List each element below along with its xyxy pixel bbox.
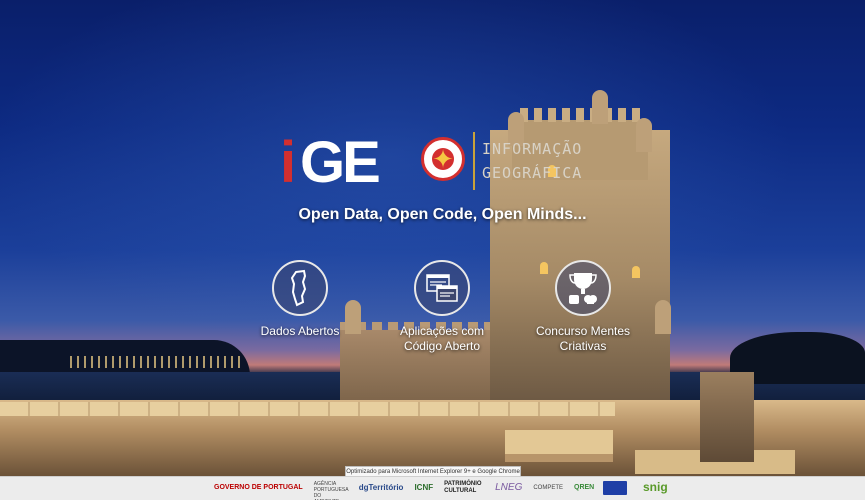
logo-subtitle-line2: GEOGRÁFICA [482, 164, 583, 182]
background-city-lights [70, 356, 240, 368]
partner-logo-dgterritorio[interactable]: dgTerritório [357, 481, 406, 495]
igeo-logo[interactable]: i GE ✦ INFORMAÇÃO GEOGRÁFICA [280, 130, 610, 194]
tile-label-line1: Concurso Mentes [535, 324, 631, 338]
compass-icon: ✦ [421, 137, 465, 181]
logo-divider [473, 132, 475, 190]
tower-turret [592, 90, 608, 124]
background-small-tower [700, 372, 754, 462]
tile-label: Aplicações com Código Aberto [377, 324, 507, 354]
tile-aplicacoes-codigo-aberto[interactable]: Aplicações com Código Aberto [377, 260, 507, 354]
logo-subtitle-line1: INFORMAÇÃO [482, 140, 583, 158]
partner-logo-qren[interactable]: QREN [572, 481, 596, 495]
tagline: Open Data, Open Code, Open Minds... [298, 206, 587, 223]
logo-letter-i: i [280, 130, 296, 195]
tile-dados-abertos[interactable]: Dados Abertos [235, 260, 365, 339]
tile-label-line2: Criativas [559, 339, 607, 353]
tile-label-line2: Código Aberto [403, 339, 481, 353]
partner-logo-patrimonio[interactable]: PATRIMÓNIO CULTURAL [442, 481, 486, 495]
tile-concurso-mentes-criativas[interactable]: Concurso Mentes Criativas [518, 260, 648, 354]
background-stone-bench [505, 430, 613, 462]
partner-logos: GOVERNO DE PORTUGAL AGÊNCIA PORTUGUESA D… [212, 479, 628, 500]
tower-turret [655, 300, 671, 334]
logo-letters-geo: GE [300, 130, 381, 195]
partner-logo-snig[interactable]: snig [643, 480, 668, 494]
landing-page: i GE ✦ INFORMAÇÃO GEOGRÁFICA Open Data, … [0, 0, 865, 500]
tile-label-line1: Aplicações com [399, 324, 485, 338]
eu-flag-icon[interactable] [603, 481, 628, 495]
tower-turret [636, 118, 652, 152]
portugal-map-icon [272, 260, 328, 316]
partner-logo-icnf[interactable]: ICNF [412, 481, 435, 495]
code-windows-icon [414, 260, 470, 316]
partner-logo-apa[interactable]: AGÊNCIA PORTUGUESA DO AMBIENTE [312, 481, 350, 500]
tile-label: Concurso Mentes Criativas [518, 324, 648, 354]
partner-logo-lneg[interactable]: LNEG [493, 481, 524, 495]
partner-logo-compete[interactable]: COMPETE [531, 481, 565, 495]
partner-logo-governo[interactable]: GOVERNO DE PORTUGAL [212, 481, 305, 495]
trophy-icon [555, 260, 611, 316]
belem-tower-crown [520, 108, 640, 122]
background-wall [0, 402, 615, 416]
tile-label: Dados Abertos [260, 324, 340, 338]
